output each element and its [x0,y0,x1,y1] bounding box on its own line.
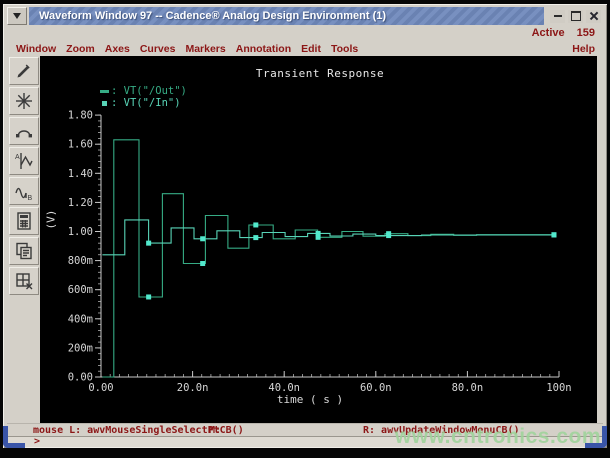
data-point-marker[interactable] [146,241,151,246]
menubar: Window Zoom Axes Curves Markers Annotation Edi… [7,41,603,56]
data-point-marker[interactable] [253,235,258,240]
screen: Waveform Window 97 -- Cadence® Analog De… [0,0,610,458]
y-tick-label: 1.60 [68,139,93,151]
svg-text:A: A [15,154,20,161]
calculator-tool-button[interactable] [9,207,39,235]
menu-item-markers[interactable]: Markers [185,43,225,55]
calculator-icon [13,210,35,232]
legend-item-out[interactable]: : VT("/Out") [100,85,187,97]
copy-window-icon [13,240,35,262]
x-tick-label: 100n [546,382,571,394]
menu-item-axes[interactable]: Axes [105,43,130,55]
menu-item-window[interactable]: Window [16,43,56,55]
active-count: 159 [577,27,603,39]
toolbar: AB [7,56,41,423]
arc-probe-tool-button[interactable] [9,117,39,145]
y-tick-label: 1.80 [68,110,93,122]
dash-legend-marker-icon [100,90,109,93]
menu-item-annotation[interactable]: Annotation [236,43,291,55]
arc-probe-icon [13,120,35,142]
subwindow-cut-icon [13,270,35,292]
data-point-marker[interactable] [316,231,321,236]
square-legend-marker-icon [102,101,107,106]
y-tick-label: 1.00 [68,226,93,238]
data-point-marker[interactable] [200,236,205,241]
y-tick-label: 400m [68,313,93,325]
y-tick-label: 600m [68,284,93,296]
x-tick-label: 20.0n [177,382,209,394]
menu-item-tools[interactable]: Tools [331,43,358,55]
y-tick-label: 1.20 [68,197,93,209]
menu-item-curves[interactable]: Curves [140,43,176,55]
titlebar: Waveform Window 97 -- Cadence® Analog De… [7,7,603,25]
menu-item-zoom[interactable]: Zoom [66,43,95,55]
plot-area[interactable]: 0.0020.0n40.0n60.0n80.0n100n0.00200m400m… [40,56,597,423]
zoom-burst-icon [13,90,35,112]
active-label: Active [532,27,565,39]
window-controls [544,7,603,25]
y-tick-label: 1.40 [68,168,93,180]
close-icon [589,11,599,21]
main-area: AB 0.0020.0n40.0n60.0n80.0n100n0.00200m4… [7,56,603,423]
x-tick-label: 80.0n [452,382,484,394]
data-point-marker[interactable] [253,222,258,227]
window-menu-icon [13,13,21,19]
marker-a-icon: A [13,150,35,172]
menu-item-edit[interactable]: Edit [301,43,321,55]
legend-label: : VT("/In") [111,97,181,109]
menu-item-help[interactable]: Help [572,43,603,55]
y-tick-label: 800m [68,255,93,267]
minimize-button[interactable] [550,10,565,23]
subwindow-cut-tool-button[interactable] [9,267,39,295]
minimize-icon [554,15,562,17]
close-button[interactable] [586,10,601,23]
window-menu-button[interactable] [7,7,27,25]
data-point-marker[interactable] [386,233,391,238]
legend-label: : VT("/Out") [111,85,187,97]
legend-item-in[interactable]: : VT("/In") [100,97,187,109]
maximize-button[interactable] [568,10,583,23]
resize-handle-bottom-left[interactable] [3,426,25,448]
maximize-icon [571,11,581,21]
titlebar-bar[interactable]: Waveform Window 97 -- Cadence® Analog De… [29,7,544,25]
copy-window-tool-button[interactable] [9,237,39,265]
y-tick-label: 0.00 [68,372,93,384]
prompt-caret: > [34,436,40,447]
pencil-tool-button[interactable] [9,57,39,85]
status-mouse-middle: M: [209,425,221,436]
plot-title: Transient Response [190,67,450,80]
data-point-marker[interactable] [200,261,205,266]
waveform-canvas[interactable]: 0.0020.0n40.0n60.0n80.0n100n0.00200m400m… [40,56,597,423]
x-axis-label: time ( s ) [250,393,370,406]
waveform-window: Waveform Window 97 -- Cadence® Analog De… [3,4,607,448]
marker-a-tool-button[interactable]: A [9,147,39,175]
x-tick-label: 0.00 [88,382,113,394]
active-status-row: Active 159 [7,25,603,41]
y-axis-label: (V) [45,216,58,230]
pencil-icon [13,60,35,82]
watermark: www.cntronics.com [395,425,601,449]
svg-text:B: B [27,195,32,202]
data-point-marker[interactable] [146,294,151,299]
zoom-burst-tool-button[interactable] [9,87,39,115]
wave-b-icon: B [13,180,35,202]
data-point-marker[interactable] [551,232,556,237]
curve-out[interactable] [102,140,554,377]
y-tick-label: 200m [68,342,93,354]
window-title: Waveform Window 97 -- Cadence® Analog De… [39,10,386,22]
plot-legend: : VT("/Out"): VT("/In") [100,85,187,109]
wave-b-tool-button[interactable]: B [9,177,39,205]
